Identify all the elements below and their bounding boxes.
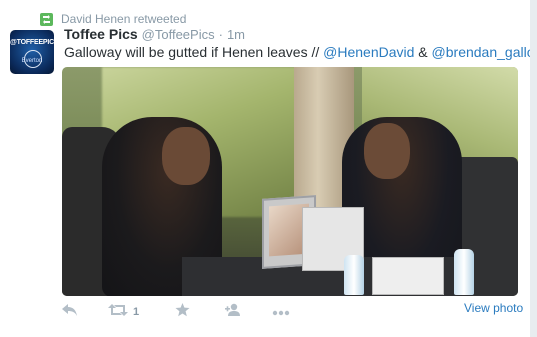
separator-dot: · (218, 27, 223, 42)
mention-henendavid[interactable]: @HenenDavid (323, 44, 414, 60)
tweet-photo[interactable] (62, 67, 518, 296)
favorite-button[interactable] (175, 302, 190, 322)
tweet-card: David Henen retweeted @TOFFEEPICS Everto… (0, 0, 537, 337)
avatar-sub-text: Everton (21, 58, 43, 64)
photo-water-bottle (344, 255, 364, 295)
photo-laptop-front (372, 257, 444, 295)
retweet-context: David Henen retweeted (40, 11, 186, 27)
retweet-badge-icon (40, 12, 53, 26)
reply-button[interactable] (62, 302, 78, 322)
photo-face-right (364, 123, 410, 179)
avatar[interactable]: @TOFFEEPICS Everton (10, 30, 54, 74)
reply-icon (62, 303, 78, 322)
retweet-count: 1 (133, 306, 140, 318)
tweet-text-part1: Galloway will be gutted if Henen leaves … (64, 44, 324, 60)
avatar-handle-text: @TOFFEEPICS (10, 39, 54, 46)
author-handle[interactable]: @ToffeePics (142, 27, 215, 42)
star-icon (175, 302, 190, 322)
follow-button[interactable] (225, 302, 243, 322)
retweet-button[interactable]: 1 (108, 302, 139, 322)
timestamp[interactable]: 1m (227, 27, 245, 42)
retweet-context-text[interactable]: David Henen retweeted (61, 12, 186, 26)
retweet-icon (108, 303, 128, 322)
tweet-header: Toffee Pics @ToffeePics · 1m (64, 26, 245, 44)
photo-face-left (162, 127, 210, 185)
tweet-text-part2: & (414, 44, 432, 60)
add-user-icon (225, 303, 243, 322)
more-button[interactable] (272, 302, 290, 322)
author-name[interactable]: Toffee Pics (64, 26, 138, 42)
right-scrollbar-edge (530, 0, 537, 337)
photo-water-bottle (454, 249, 474, 295)
tweet-text: Galloway will be gutted if Henen leaves … (64, 44, 537, 60)
view-photo-link[interactable]: View photo (464, 301, 523, 315)
more-dots-icon (272, 303, 290, 321)
mention-brendan-gallo37[interactable]: @brendan_gallo37 (432, 44, 537, 60)
